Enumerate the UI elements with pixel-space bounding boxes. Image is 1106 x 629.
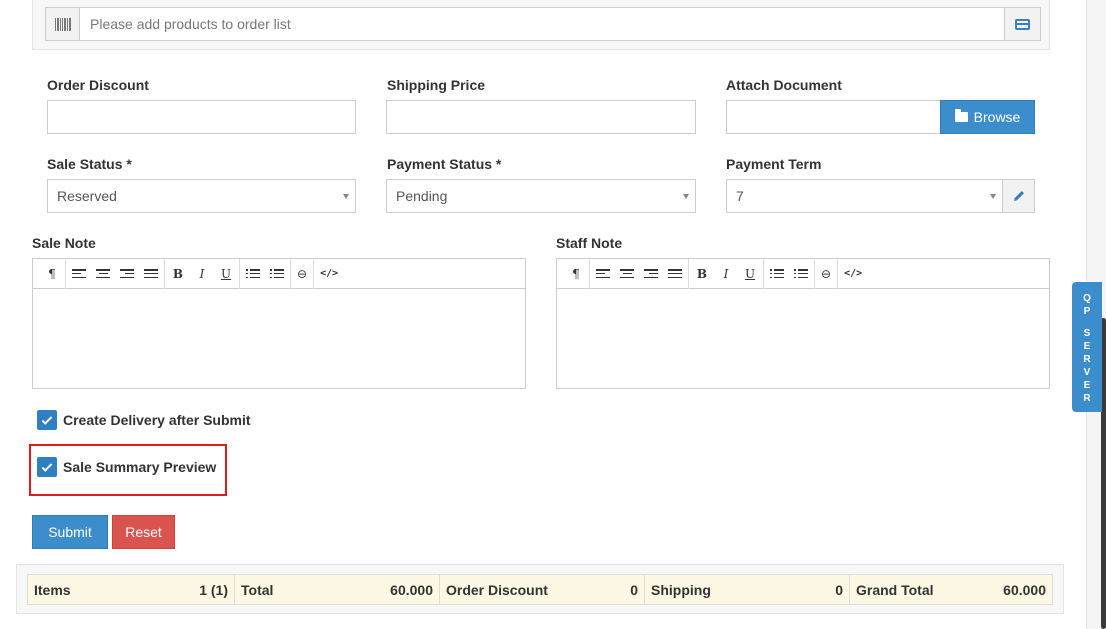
grand-total-value: 60.000 bbox=[1003, 581, 1046, 598]
credit-card-icon bbox=[1015, 18, 1030, 30]
shipping-total-label: Shipping bbox=[651, 581, 711, 598]
totals-bar: Items 1 (1) Total 60.000 Order Discount … bbox=[27, 574, 1053, 605]
browse-button[interactable]: Browse bbox=[940, 100, 1035, 134]
bold-button[interactable]: B bbox=[695, 267, 709, 281]
payment-status-label: Payment Status * bbox=[387, 156, 502, 172]
align-justify-icon[interactable] bbox=[144, 269, 158, 278]
chevron-down-icon bbox=[343, 194, 349, 199]
payment-status-select[interactable]: Pending bbox=[386, 179, 696, 213]
qp-server-letter: V bbox=[1083, 367, 1091, 378]
qp-server-letter: R bbox=[1083, 393, 1091, 404]
totals-order-discount: Order Discount 0 bbox=[440, 575, 645, 604]
sale-status-value: Reserved bbox=[57, 188, 117, 204]
order-discount-total-value: 0 bbox=[630, 581, 638, 598]
grand-total-label: Grand Total bbox=[856, 581, 934, 598]
staff-note-textarea[interactable] bbox=[557, 289, 1049, 389]
add-product-button[interactable] bbox=[1004, 8, 1040, 40]
chevron-down-icon bbox=[683, 194, 689, 199]
totals-grand-total: Grand Total 60.000 bbox=[850, 575, 1052, 604]
qp-server-letter: P bbox=[1083, 306, 1091, 317]
total-value: 60.000 bbox=[390, 581, 433, 598]
totals-panel: Items 1 (1) Total 60.000 Order Discount … bbox=[16, 564, 1064, 614]
align-justify-icon[interactable] bbox=[668, 269, 682, 278]
totals-items: Items 1 (1) bbox=[28, 575, 235, 604]
payment-term-label: Payment Term bbox=[726, 156, 822, 172]
editor-toolbar: ¶ B I U ⊖ </> bbox=[33, 258, 525, 289]
checkmark-icon bbox=[41, 413, 53, 425]
qp-server-letter: Q bbox=[1083, 293, 1091, 304]
shipping-total-value: 0 bbox=[835, 581, 843, 598]
ordered-list-icon[interactable] bbox=[794, 269, 808, 278]
unordered-list-icon[interactable] bbox=[770, 269, 784, 278]
order-discount-total-label: Order Discount bbox=[446, 581, 548, 598]
shipping-price-input[interactable] bbox=[386, 100, 696, 134]
submit-button[interactable]: Submit bbox=[32, 515, 108, 549]
chevron-down-icon bbox=[990, 194, 996, 199]
barcode-icon bbox=[46, 8, 80, 40]
attach-document-input[interactable] bbox=[726, 100, 941, 134]
checkmark-icon bbox=[41, 460, 53, 472]
create-delivery-checkbox[interactable] bbox=[37, 410, 57, 430]
totals-total: Total 60.000 bbox=[235, 575, 440, 604]
code-view-icon[interactable]: </> bbox=[844, 268, 862, 279]
sale-note-textarea[interactable] bbox=[33, 289, 525, 389]
align-left-icon[interactable] bbox=[596, 269, 610, 278]
align-center-icon[interactable] bbox=[620, 269, 634, 278]
sale-summary-preview-checkbox[interactable] bbox=[37, 457, 57, 477]
sale-note-label: Sale Note bbox=[32, 235, 96, 251]
attach-document-label: Attach Document bbox=[726, 77, 842, 93]
align-center-icon[interactable] bbox=[96, 269, 110, 278]
link-icon[interactable]: ⊖ bbox=[821, 267, 831, 281]
italic-button[interactable]: I bbox=[719, 267, 733, 281]
order-discount-label: Order Discount bbox=[47, 77, 149, 93]
pencil-icon bbox=[1013, 191, 1024, 201]
items-label: Items bbox=[34, 581, 71, 598]
italic-button[interactable]: I bbox=[195, 267, 209, 281]
folder-open-icon bbox=[954, 109, 968, 122]
bold-button[interactable]: B bbox=[171, 267, 185, 281]
align-left-icon[interactable] bbox=[72, 269, 86, 278]
total-label: Total bbox=[241, 581, 274, 598]
product-search-input[interactable] bbox=[80, 8, 1004, 40]
sale-note-editor: ¶ B I U ⊖ </> bbox=[32, 258, 526, 389]
totals-shipping: Shipping 0 bbox=[645, 575, 850, 604]
create-delivery-option[interactable]: Create Delivery after Submit bbox=[37, 410, 251, 430]
browse-button-label: Browse bbox=[973, 109, 1021, 125]
sale-status-label: Sale Status * bbox=[47, 156, 132, 172]
align-right-icon[interactable] bbox=[644, 269, 658, 278]
payment-term-value: 7 bbox=[736, 188, 744, 204]
staff-note-label: Staff Note bbox=[556, 235, 623, 251]
editor-toolbar: ¶ B I U ⊖ </> bbox=[557, 258, 1049, 289]
paragraph-format-button[interactable]: ¶ bbox=[45, 267, 59, 281]
link-icon[interactable]: ⊖ bbox=[297, 267, 307, 281]
staff-note-editor: ¶ B I U ⊖ </> bbox=[556, 258, 1050, 389]
sale-status-select[interactable]: Reserved bbox=[47, 179, 356, 213]
payment-term-select[interactable]: 7 bbox=[726, 179, 1003, 213]
qp-server-letter: E bbox=[1083, 380, 1091, 391]
edit-payment-term-button[interactable] bbox=[1002, 179, 1035, 213]
unordered-list-icon[interactable] bbox=[246, 269, 260, 278]
create-delivery-label: Create Delivery after Submit bbox=[63, 412, 251, 428]
align-right-icon[interactable] bbox=[120, 269, 134, 278]
underline-button[interactable]: U bbox=[743, 267, 757, 281]
qp-server-letter: E bbox=[1083, 341, 1091, 352]
qp-server-tab[interactable]: Q P S E R V E R bbox=[1072, 282, 1102, 412]
payment-status-value: Pending bbox=[396, 188, 448, 204]
ordered-list-icon[interactable] bbox=[270, 269, 284, 278]
qp-server-letter: S bbox=[1083, 328, 1091, 339]
sale-summary-preview-option[interactable]: Sale Summary Preview bbox=[37, 457, 216, 477]
product-search-panel bbox=[32, 0, 1050, 50]
qp-server-letter: R bbox=[1083, 354, 1091, 365]
order-discount-input[interactable] bbox=[47, 100, 356, 134]
shipping-price-label: Shipping Price bbox=[387, 77, 486, 93]
sale-summary-preview-label: Sale Summary Preview bbox=[63, 459, 217, 475]
underline-button[interactable]: U bbox=[219, 267, 233, 281]
items-value: 1 (1) bbox=[199, 581, 228, 598]
product-search-group bbox=[45, 7, 1041, 41]
code-view-icon[interactable]: </> bbox=[320, 268, 338, 279]
paragraph-format-button[interactable]: ¶ bbox=[569, 267, 583, 281]
reset-button[interactable]: Reset bbox=[112, 515, 175, 549]
